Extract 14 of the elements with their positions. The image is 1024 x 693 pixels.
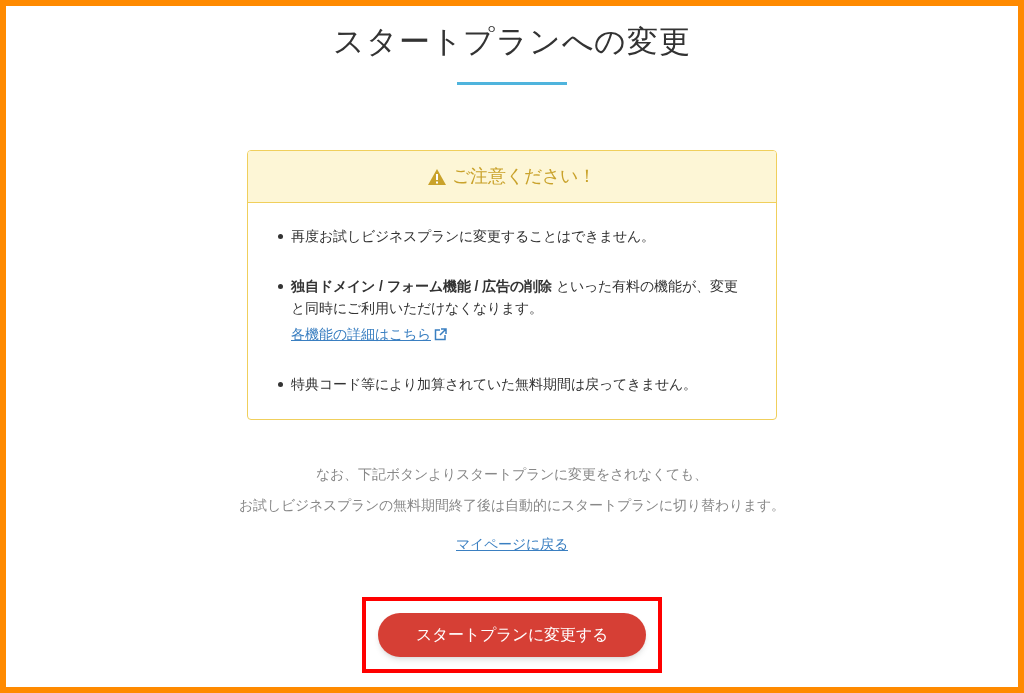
note-text: お試しビジネスプランの無料期間終了後は自動的にスタートプランに切り替わります。 — [239, 496, 785, 515]
bullet-icon — [278, 234, 283, 239]
bullet-icon — [278, 284, 283, 289]
notice-text: 特典コード等により加算されていた無料期間は戻ってきません。 — [291, 375, 697, 394]
external-link-icon — [434, 327, 447, 341]
page-title: スタートプランへの変更 — [333, 23, 691, 61]
notice-heading: ご注意ください！ — [452, 165, 596, 188]
back-link[interactable]: マイページに戻る — [456, 534, 568, 555]
change-plan-button[interactable]: スタートプランに変更する — [378, 613, 646, 657]
note-text: なお、下記ボタンよりスタートプランに変更をされなくても、 — [316, 465, 708, 484]
notice-text: 再度お試しビジネスプランに変更することはできません。 — [291, 227, 655, 246]
bullet-icon — [278, 382, 283, 387]
notice-text: 独自ドメイン / フォーム機能 / 広告の削除 といった有料の機能が、変更と同時にご利用いただけなくなります。 — [291, 277, 740, 318]
warning-icon — [428, 168, 446, 185]
